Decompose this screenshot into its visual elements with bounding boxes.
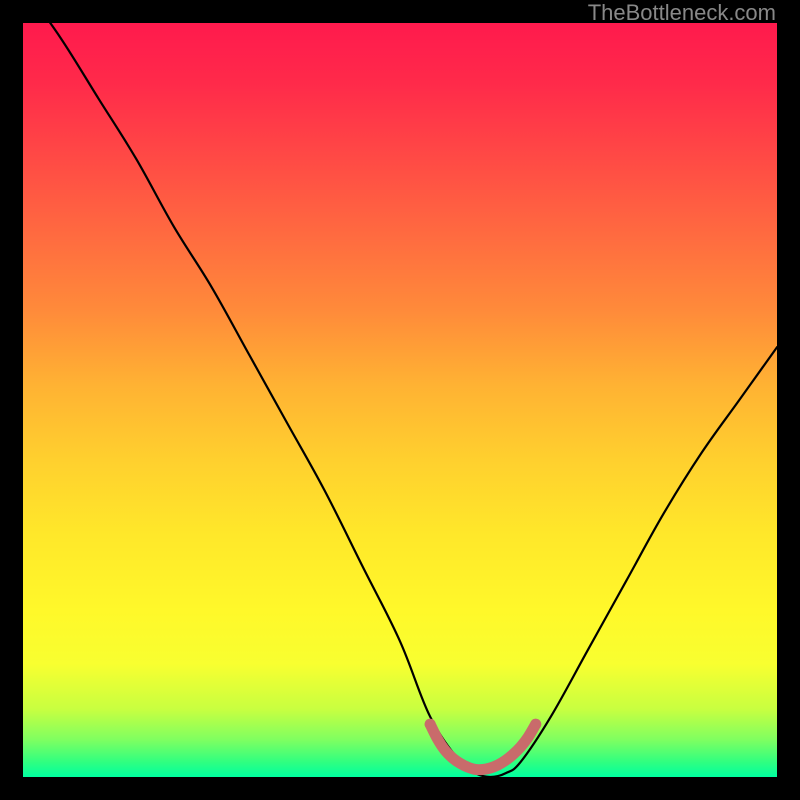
watermark-label: TheBottleneck.com bbox=[588, 0, 776, 26]
chart-plot-area bbox=[23, 23, 777, 777]
chart-svg bbox=[23, 23, 777, 777]
valley-dot-left bbox=[425, 719, 436, 730]
bottleneck-curve-path bbox=[23, 23, 777, 777]
valley-dot-right bbox=[530, 719, 541, 730]
